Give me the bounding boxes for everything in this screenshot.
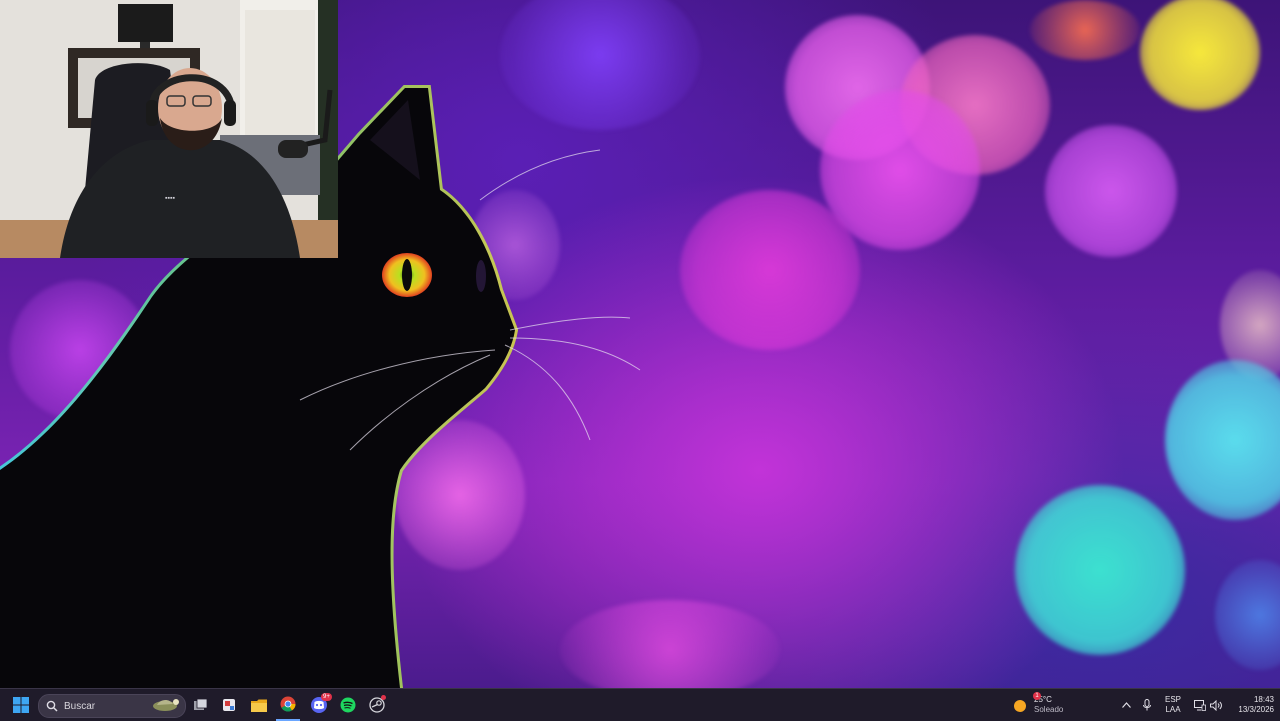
sun-icon [1014, 700, 1026, 712]
weather-widget[interactable]: 1 25°C Soleado [1012, 689, 1082, 721]
language-code: ESP [1164, 695, 1181, 704]
keyboard-layout: LAA [1165, 705, 1181, 714]
shirt-print: ▪▪▪▪ [165, 195, 175, 202]
search-icon [46, 700, 58, 712]
taskbar: Buscar 9+ 1 25°C Soleado ESP LAA 18:43 1… [0, 688, 1280, 721]
clock-button[interactable]: 18:43 13/3/2026 [1228, 689, 1274, 721]
windows-logo-icon [13, 697, 29, 713]
steam-button[interactable] [365, 689, 389, 721]
spotify-icon [340, 697, 356, 713]
clock-date: 13/3/2026 [1238, 705, 1274, 714]
spotify-button[interactable] [336, 689, 360, 721]
show-hidden-icons-button[interactable] [1118, 689, 1134, 721]
webcam-feed: ▪▪▪▪ [0, 0, 338, 258]
microphone-icon [1143, 699, 1151, 711]
task-view-button[interactable] [190, 689, 212, 721]
chrome-button[interactable] [276, 689, 300, 721]
search-highlight-icon [151, 696, 181, 717]
folder-icon [251, 699, 267, 712]
microphone-tray-button[interactable] [1139, 689, 1155, 721]
chevron-up-icon [1121, 702, 1131, 708]
snipping-tool-button[interactable] [218, 689, 240, 721]
file-explorer-button[interactable] [247, 689, 271, 721]
input-language-button[interactable]: ESP LAA [1160, 689, 1186, 721]
volume-icon [1209, 699, 1222, 711]
weather-condition: Soleado [1034, 705, 1064, 714]
taskbar-search-box[interactable]: Buscar [38, 694, 186, 718]
chrome-icon [280, 696, 296, 712]
webcam-overlay: ▪▪▪▪ [0, 0, 338, 258]
discord-button[interactable]: 9+ [306, 689, 332, 721]
start-button[interactable] [8, 689, 34, 721]
steam-notification-dot [381, 695, 386, 700]
weather-alert-badge: 1 [1033, 692, 1041, 700]
network-icon [1193, 699, 1206, 711]
clock-time: 18:43 [1253, 695, 1274, 704]
search-placeholder: Buscar [64, 700, 96, 712]
task-view-icon [194, 699, 208, 710]
snipping-tool-icon [223, 699, 235, 711]
discord-notification-badge: 9+ [321, 693, 332, 701]
network-volume-button[interactable] [1190, 689, 1226, 721]
